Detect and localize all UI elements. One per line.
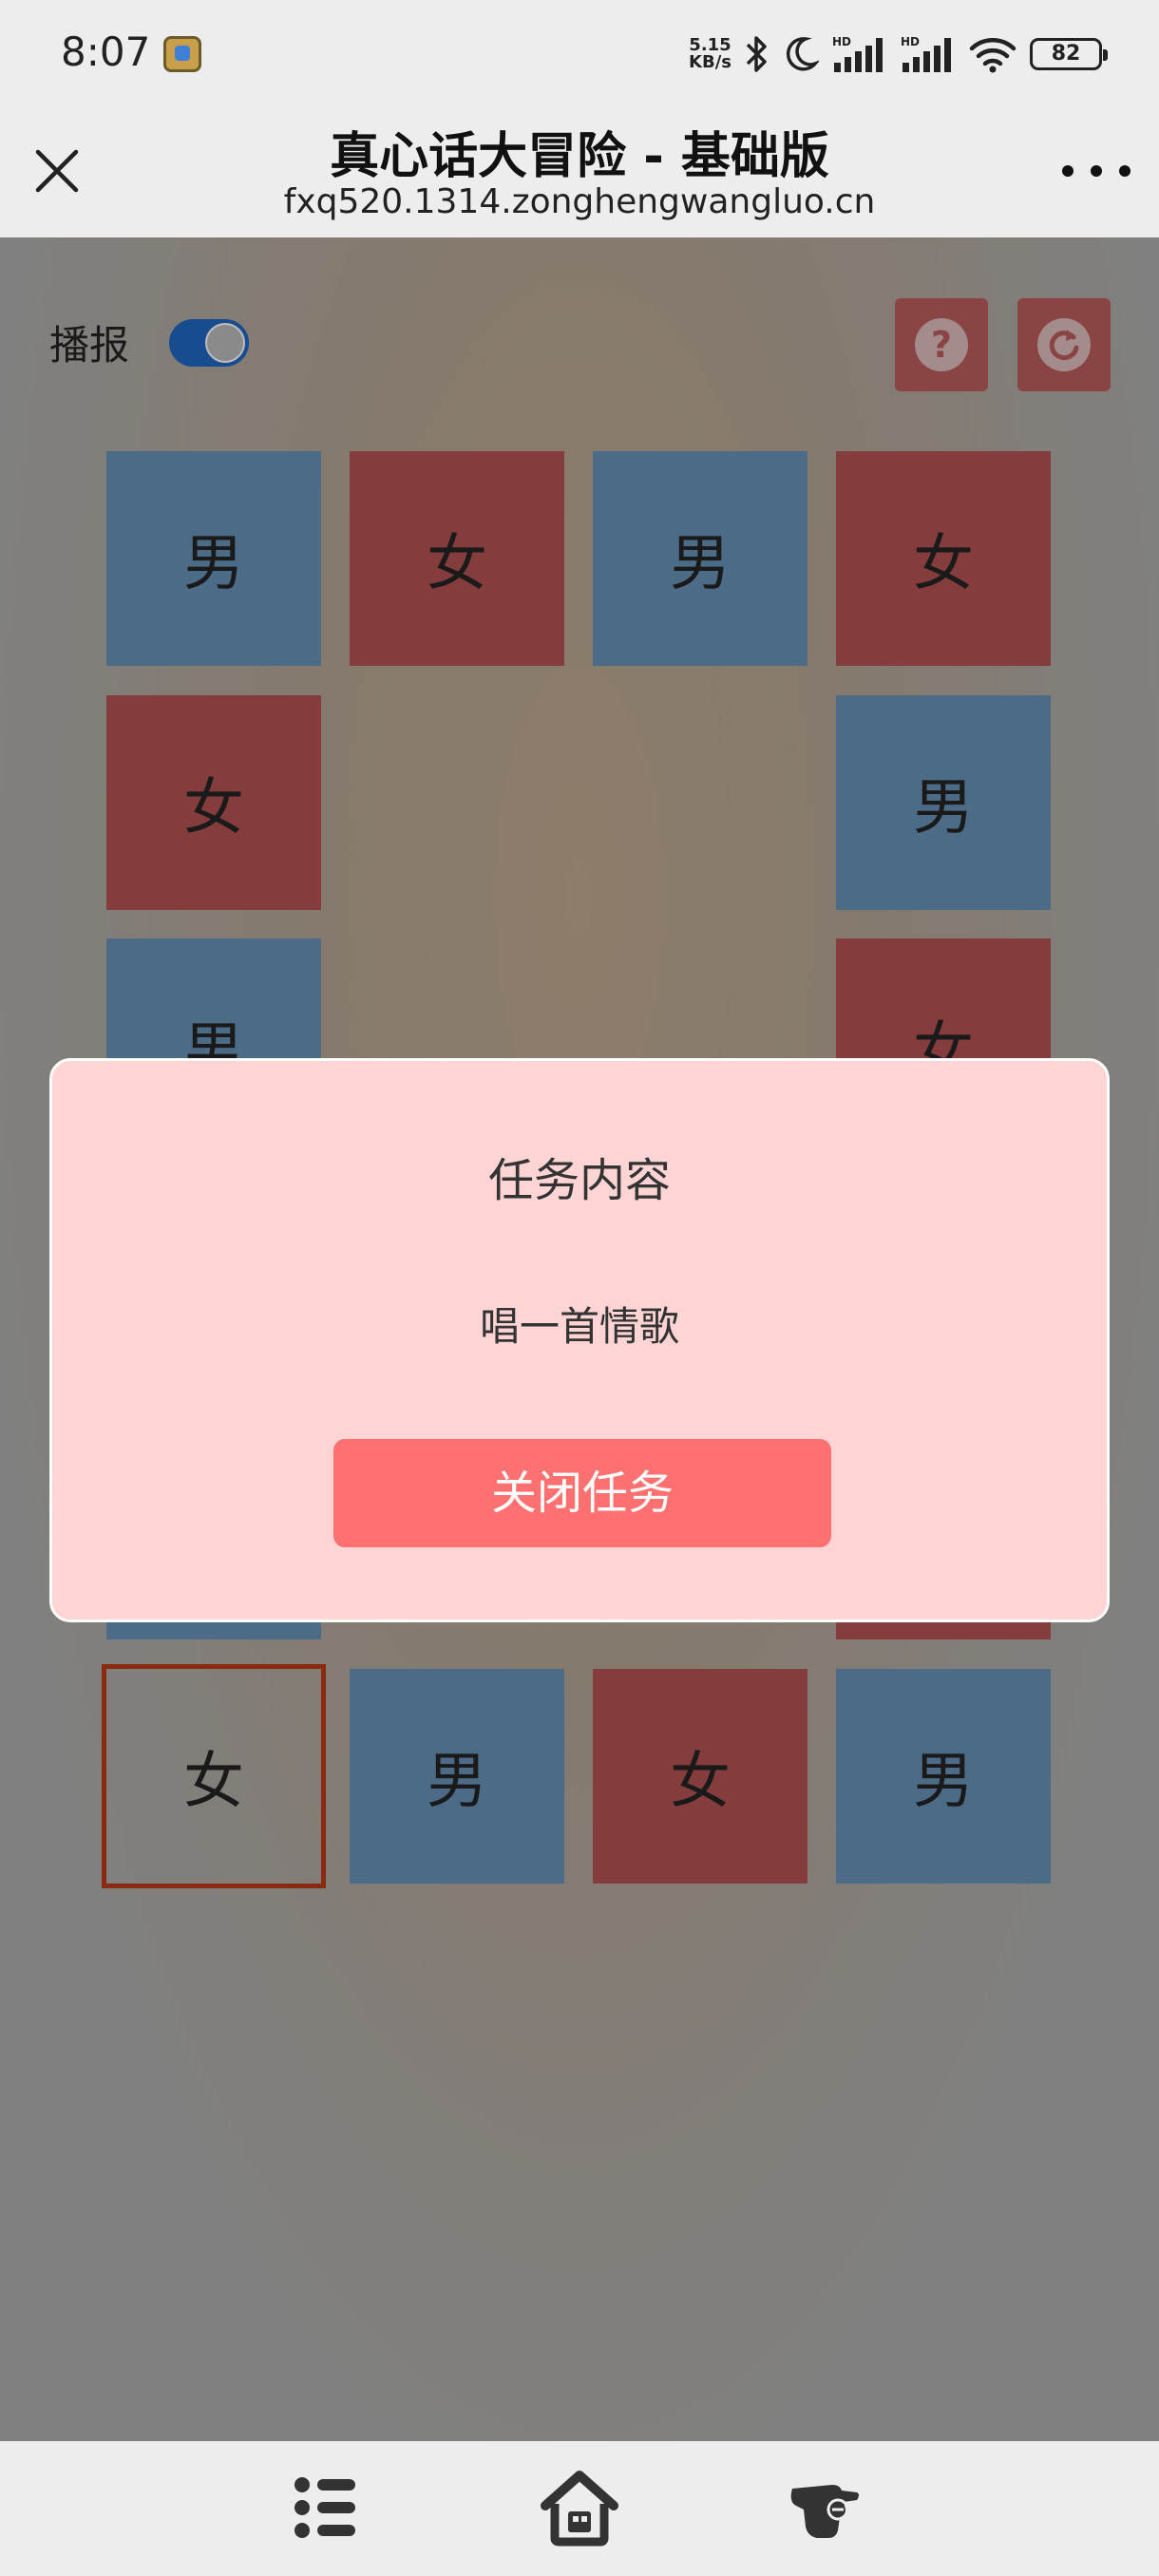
board-cell[interactable]: 女 <box>350 451 564 666</box>
list-icon[interactable] <box>287 2468 367 2548</box>
page-url: fxq520.1314.zonghengwangluo.cn <box>283 182 876 221</box>
home-icon[interactable] <box>540 2468 619 2548</box>
status-time: 8:07 <box>61 28 151 75</box>
board-cell[interactable]: 女 <box>836 451 1051 666</box>
modal-title: 任务内容 <box>487 1154 671 1207</box>
refresh-button[interactable] <box>1017 298 1111 391</box>
status-bar: 8:07 5.15 KB/s HD HD 82 <box>0 0 1159 104</box>
board-cell[interactable]: 男 <box>836 1669 1051 1884</box>
svg-text:HD: HD <box>901 35 920 48</box>
status-icons: 5.15 KB/s HD HD 82 <box>689 30 1108 78</box>
help-button[interactable]: ? <box>895 298 988 391</box>
help-icon: ? <box>915 318 968 371</box>
close-task-button[interactable]: 关闭任务 <box>333 1439 831 1547</box>
board-cell[interactable]: 男 <box>350 1669 564 1884</box>
board-cell-selected[interactable]: 女 <box>102 1664 326 1888</box>
toggle-knob <box>205 323 245 363</box>
network-speed: 5.15 KB/s <box>689 37 732 71</box>
network-speed-unit: KB/s <box>689 52 732 72</box>
more-dot-icon <box>1119 165 1130 177</box>
board-cell[interactable]: 男 <box>836 695 1051 910</box>
broadcast-label: 播报 <box>49 322 130 369</box>
board-cell[interactable]: 男 <box>593 451 808 666</box>
board-cell[interactable]: 女 <box>593 1669 808 1884</box>
more-options-button[interactable] <box>1062 160 1130 182</box>
app-notification-icon <box>163 36 201 72</box>
bottom-nav <box>0 2441 1159 2576</box>
task-content: 唱一首情歌 <box>479 1303 679 1350</box>
refresh-icon <box>1037 318 1091 371</box>
bluetooth-icon <box>746 36 767 72</box>
browser-header: 真心话大冒险 - 基础版 fxq520.1314.zonghengwangluo… <box>0 104 1159 237</box>
svg-text:HD: HD <box>832 35 851 48</box>
battery-indicator: 82 <box>1030 38 1108 70</box>
more-dot-icon <box>1091 165 1102 177</box>
moon-icon <box>786 37 819 71</box>
signal-hd-2-icon: HD <box>901 35 951 72</box>
signal-hd-1-icon: HD <box>832 35 883 72</box>
wifi-icon <box>969 38 1016 73</box>
broadcast-toggle[interactable] <box>169 319 249 367</box>
task-modal: 任务内容 唱一首情歌 关闭任务 <box>49 1058 1110 1622</box>
more-dot-icon <box>1062 165 1074 177</box>
page-title: 真心话大冒险 - 基础版 <box>330 128 829 185</box>
board-cell[interactable]: 女 <box>106 695 321 910</box>
board-cell[interactable]: 男 <box>106 451 321 666</box>
hand-icon[interactable] <box>785 2468 864 2548</box>
